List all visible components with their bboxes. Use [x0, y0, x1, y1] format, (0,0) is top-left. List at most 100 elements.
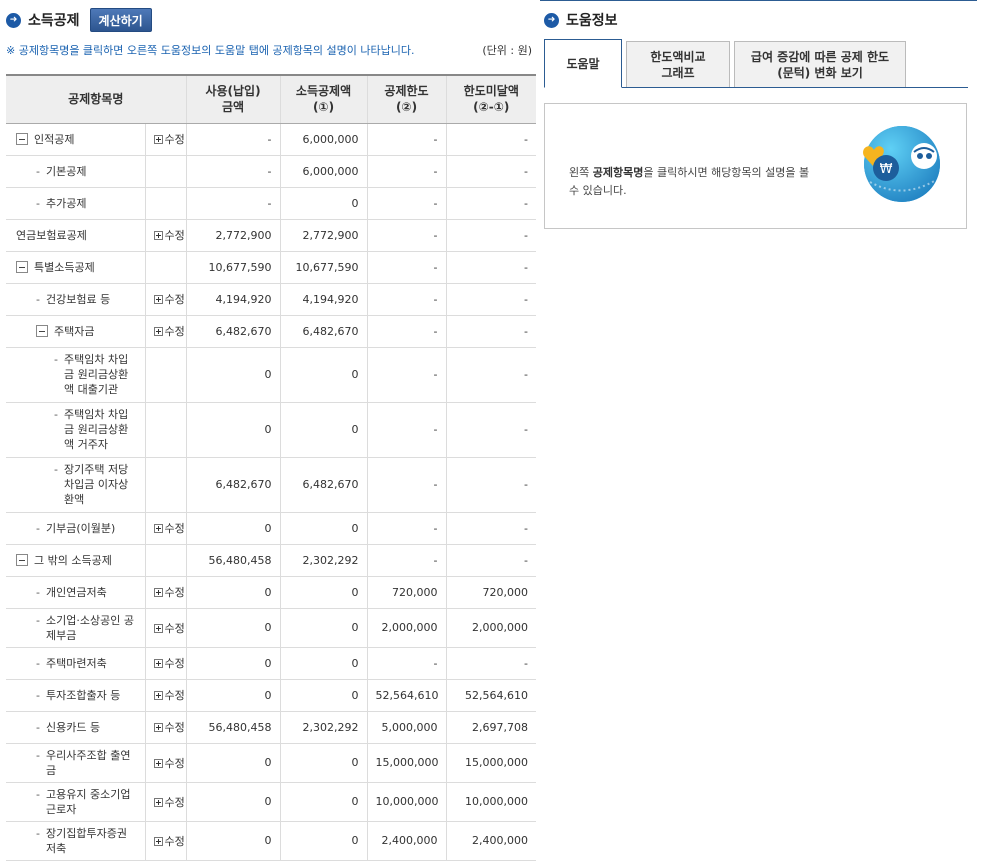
edit-button[interactable]: 수정 — [153, 229, 185, 242]
item-label[interactable]: 주택자금 — [54, 324, 94, 339]
item-label[interactable]: 인적공제 — [34, 132, 74, 147]
item-label[interactable]: 주택마련저축 — [46, 656, 107, 671]
collapse-toggle-icon[interactable] — [16, 261, 28, 273]
item-label[interactable]: 소기업·소상공인 공제부금 — [46, 613, 137, 643]
item-label[interactable]: 그 밖의 소득공제 — [34, 553, 112, 568]
item-label[interactable]: 고용유지 중소기업 근로자 — [46, 787, 137, 817]
deduction-item-name[interactable]: - 주택마련저축 — [6, 647, 146, 680]
dash-bullet: - — [36, 164, 40, 178]
deduction-item-name[interactable]: - 기본공제 — [6, 155, 146, 188]
tab-help[interactable]: 도움말 — [544, 39, 622, 88]
plus-box-icon — [153, 295, 163, 304]
table-header-row: 공제항목명 사용(납입) 금액 소득공제액 (①) 공제한도 (②) 한도미달액 (②-… — [6, 74, 537, 124]
value-remain: - — [446, 347, 537, 403]
edit-cell: 수정 — [145, 711, 187, 744]
collapse-toggle-icon[interactable] — [16, 554, 28, 566]
table-row: - 신용카드 등 수정 56,480,458 2,302,292 5,000,000 2,6… — [6, 711, 537, 744]
deduction-item-name[interactable]: - 신용카드 등 — [6, 711, 146, 744]
edit-label: 수정 — [164, 756, 185, 770]
value-limit: 5,000,000 — [367, 711, 447, 744]
edit-button[interactable]: 수정 — [153, 522, 185, 535]
value-used: 0 — [186, 647, 281, 680]
edit-button[interactable]: 수정 — [153, 293, 185, 306]
value-limit: 2,400,000 — [367, 821, 447, 861]
item-label[interactable]: 기본공제 — [46, 164, 86, 179]
deduction-item-name[interactable]: 그 밖의 소득공제 — [6, 544, 146, 577]
deduction-item-name[interactable]: 주택자금 — [6, 315, 146, 348]
collapse-toggle-icon[interactable] — [16, 133, 28, 145]
deduction-item-name[interactable]: - 고용유지 중소기업 근로자 — [6, 782, 146, 822]
dash-bullet: - — [54, 353, 58, 366]
deduction-item-name[interactable]: 연금보험료공제 — [6, 219, 146, 252]
value-remain: - — [446, 283, 537, 316]
dash-bullet: - — [36, 613, 40, 627]
svg-text:₩: ₩ — [880, 162, 893, 177]
deduction-item-name[interactable]: - 투자조합출자 등 — [6, 679, 146, 712]
edit-button[interactable]: 수정 — [153, 657, 185, 670]
value-used: 0 — [186, 679, 281, 712]
deduction-item-name[interactable]: - 기부금(이월분) — [6, 512, 146, 545]
deduction-item-name[interactable]: - 장기집합투자증권저축 — [6, 821, 146, 861]
collapse-toggle-icon[interactable] — [36, 325, 48, 337]
dash-bullet: - — [36, 585, 40, 599]
item-label[interactable]: 주택임차 차입금 원리금상환액 거주자 — [64, 407, 137, 452]
edit-button[interactable]: 수정 — [153, 325, 185, 338]
table-row: 연금보험료공제 수정 2,772,900 2,772,900- - — [6, 219, 537, 252]
edit-cell: 수정 — [145, 512, 187, 545]
item-label[interactable]: 우리사주조합 출연금 — [46, 748, 137, 778]
edit-button[interactable]: 수정 — [153, 834, 185, 848]
deduction-item-name[interactable]: - 우리사주조합 출연금 — [6, 743, 146, 783]
edit-button[interactable]: 수정 — [153, 721, 185, 734]
header-deduct: 소득공제액 (①) — [280, 74, 368, 124]
edit-button[interactable]: 수정 — [153, 689, 185, 702]
deduction-item-name[interactable]: - 주택임차 차입금 원리금상환액 대출기관 — [6, 347, 146, 403]
edit-label: 수정 — [164, 834, 185, 848]
value-deduct: 10,677,590 — [280, 251, 368, 284]
item-label[interactable]: 특별소득공제 — [34, 260, 95, 275]
edit-button[interactable]: 수정 — [153, 133, 185, 146]
item-label[interactable]: 건강보험료 등 — [46, 292, 110, 307]
edit-button[interactable]: 수정 — [153, 796, 185, 809]
value-limit: - — [367, 123, 447, 156]
value-remain: - — [446, 187, 537, 220]
value-used: 0 — [186, 782, 281, 822]
deduction-item-name[interactable]: - 소기업·소상공인 공제부금 — [6, 608, 146, 648]
help-tabs: 도움말 한도액비교 그래프 급여 증감에 따른 공제 한도(문턱) 변화 보기 — [544, 39, 968, 88]
plus-box-icon — [153, 836, 163, 846]
edit-button[interactable]: 수정 — [153, 756, 185, 770]
value-used: - — [186, 187, 281, 220]
item-label[interactable]: 기부금(이월분) — [46, 521, 115, 536]
item-label[interactable]: 신용카드 등 — [46, 720, 100, 735]
edit-button[interactable]: 수정 — [153, 622, 185, 635]
deduction-item-name[interactable]: - 추가공제 — [6, 187, 146, 220]
value-used: 0 — [186, 608, 281, 648]
value-deduct: 6,000,000 — [280, 123, 368, 156]
deduction-item-name[interactable]: - 개인연금저축 — [6, 576, 146, 609]
tab-threshold-change[interactable]: 급여 증감에 따른 공제 한도(문턱) 변화 보기 — [734, 41, 906, 87]
item-label[interactable]: 주택임차 차입금 원리금상환액 대출기관 — [64, 352, 137, 397]
plus-box-icon — [153, 659, 163, 668]
help-header: ➜ 도움정보 — [544, 6, 968, 34]
dash-bullet: - — [36, 688, 40, 702]
dash-bullet: - — [54, 408, 58, 421]
item-label[interactable]: 개인연금저축 — [46, 585, 107, 600]
edit-button[interactable]: 수정 — [153, 586, 185, 599]
deduction-item-name[interactable]: - 주택임차 차입금 원리금상환액 거주자 — [6, 402, 146, 458]
item-label[interactable]: 연금보험료공제 — [16, 228, 87, 243]
help-text: 왼쪽 공제항목명을 클릭하시면 해당항목의 설명을 볼 수 있습니다. — [569, 166, 810, 197]
value-limit: 2,000,000 — [367, 608, 447, 648]
deduction-item-name[interactable]: - 건강보험료 등 — [6, 283, 146, 316]
deduction-item-name[interactable]: - 장기주택 저당차입금 이자상환액 — [6, 457, 146, 513]
item-label[interactable]: 추가공제 — [46, 196, 86, 211]
item-label[interactable]: 장기집합투자증권저축 — [46, 826, 137, 856]
value-deduct: 0 — [280, 347, 368, 403]
item-label[interactable]: 투자조합출자 등 — [46, 688, 120, 703]
item-label[interactable]: 장기주택 저당차입금 이자상환액 — [64, 462, 137, 507]
dash-bullet: - — [36, 787, 40, 801]
tab-limit-graph[interactable]: 한도액비교 그래프 — [626, 41, 730, 87]
calculate-button[interactable]: 계산하기 — [89, 8, 152, 32]
deduction-item-name[interactable]: 특별소득공제 — [6, 251, 146, 284]
table-row: 특별소득공제 10,677,590 10,677,590- - — [6, 251, 537, 284]
deduction-item-name[interactable]: 인적공제 — [6, 123, 146, 156]
value-used: - — [186, 123, 281, 156]
